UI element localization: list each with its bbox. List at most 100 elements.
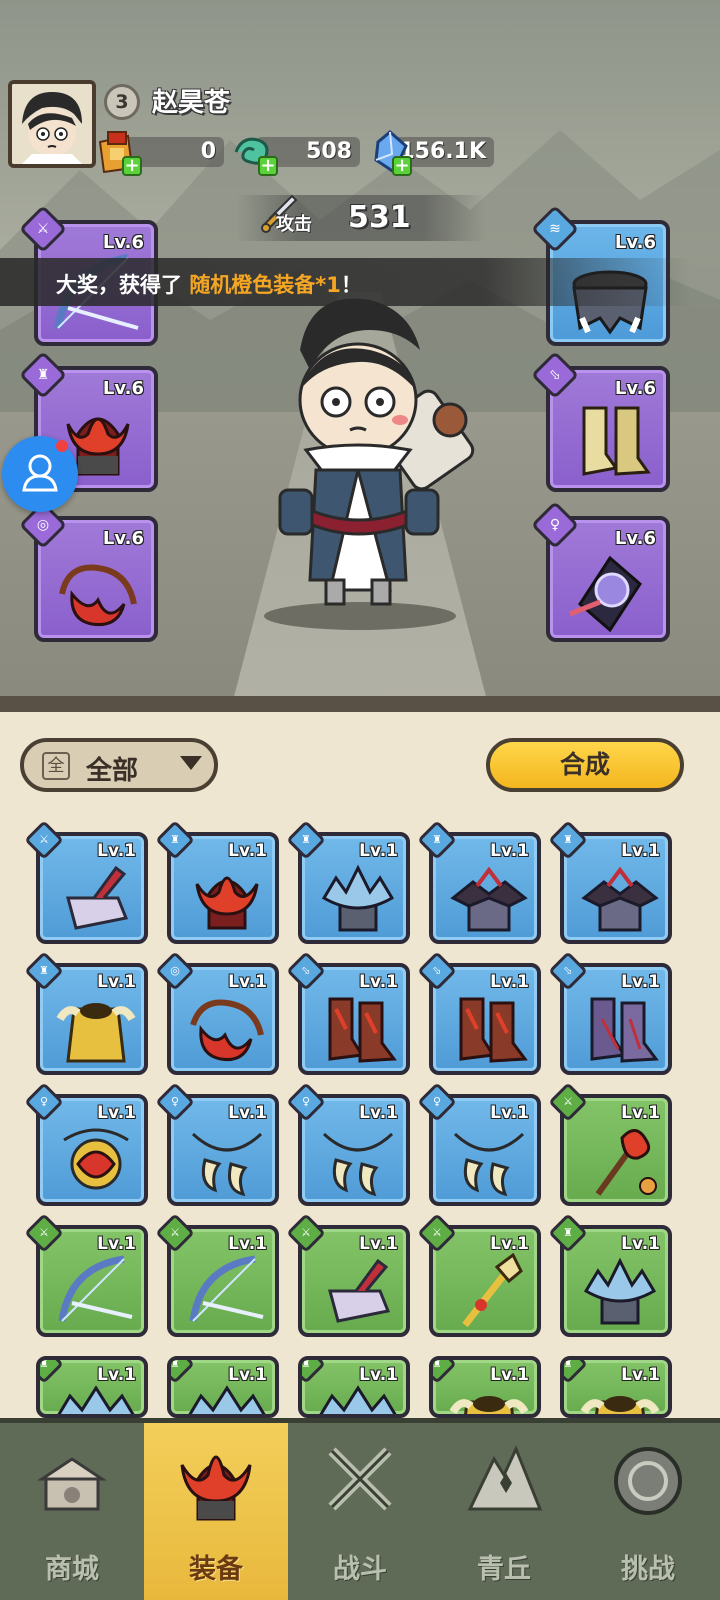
purple-boots-icon: [590, 997, 659, 1063]
category-filter-dropdown[interactable]: 全 全部: [20, 738, 218, 792]
notification-dot: [56, 440, 68, 452]
flower-amulet-icon: [63, 1128, 129, 1190]
item-slot-tag-icon: ♜: [564, 1360, 588, 1384]
item-level: Lv.1: [621, 841, 660, 861]
belt-icon: [190, 999, 264, 1062]
filter-all-icon: 全: [42, 752, 70, 780]
gold-armor-icon: [449, 1396, 529, 1414]
item-level: Lv.1: [359, 1234, 398, 1254]
inventory-item[interactable]: ⬂ Lv.1: [417, 951, 541, 1075]
bow-icon: [189, 1255, 264, 1322]
item-level: Lv.1: [490, 972, 529, 992]
add-scroll-button[interactable]: +: [122, 156, 142, 176]
inventory-item[interactable]: ⚔ Lv.1: [24, 1213, 148, 1337]
item-slot-tag-icon: ♜: [171, 1360, 195, 1384]
inventory-item[interactable]: ♀ Lv.1: [286, 1082, 410, 1206]
ice-armor-icon: [57, 1385, 135, 1414]
bottom-navigation: 商城 装备 战斗 青丘 挑战: [0, 1418, 720, 1600]
nav-tab-0[interactable]: 商城: [0, 1423, 144, 1600]
fang-necklace-icon: [322, 1132, 394, 1197]
boots-icon: [582, 406, 651, 476]
fang-necklace-icon: [453, 1132, 525, 1197]
crossed-swords-icon: [328, 1447, 392, 1511]
item-level: Lv.1: [97, 841, 136, 861]
item-slot-tag-icon: ♜: [433, 1360, 457, 1384]
add-crystal-button[interactable]: +: [392, 156, 412, 176]
floating-user-button[interactable]: [2, 436, 78, 512]
fang-necklace-icon: [191, 1132, 263, 1197]
item-level: Lv.1: [490, 1103, 529, 1123]
inventory-item[interactable]: ♜ Lv.1: [155, 820, 279, 944]
inventory-item[interactable]: ⚔ Lv.1: [24, 820, 148, 944]
item-level: Lv.1: [228, 1365, 267, 1385]
item-level: Lv.1: [359, 841, 398, 861]
item-level: Lv.1: [621, 972, 660, 992]
banner-prefix: 大奖，获得了: [56, 273, 190, 297]
equip-slot-boots[interactable]: ⬂ Lv.6: [530, 350, 670, 492]
mountain-icon: [467, 1445, 543, 1511]
inventory-item[interactable]: ♜ Lv.1: [548, 820, 672, 944]
player-level-badge: 3: [104, 84, 140, 120]
scene-edge: [0, 696, 720, 712]
inventory-item[interactable]: ⚔ Lv.1: [286, 1213, 410, 1337]
nav-tab-4[interactable]: 挑战: [576, 1423, 720, 1600]
inventory-item[interactable]: ♜ Lv.1: [560, 1356, 672, 1418]
player-avatar[interactable]: [8, 80, 96, 168]
item-level: Lv.1: [97, 1234, 136, 1254]
challenge-orb-icon: [614, 1447, 682, 1515]
inventory-item[interactable]: ♜ Lv.1: [36, 1356, 148, 1418]
nav-tab-2[interactable]: 战斗: [288, 1423, 432, 1600]
inventory-item[interactable]: ♜ Lv.1: [286, 820, 410, 944]
item-level: Lv.1: [359, 972, 398, 992]
inventory-item[interactable]: ♜ Lv.1: [429, 1356, 541, 1418]
hero-face-icon: [12, 84, 92, 164]
inventory-item[interactable]: ♀ Lv.1: [24, 1082, 148, 1206]
nav-tab-label: 商城: [45, 1554, 99, 1585]
inventory-item[interactable]: ♜ Lv.1: [417, 820, 541, 944]
boots-icon: [328, 997, 397, 1063]
inventory-item[interactable]: ♜ Lv.1: [24, 951, 148, 1075]
nav-tab-label: 战斗: [333, 1554, 387, 1585]
item-level: Lv.1: [621, 1103, 660, 1123]
hammer-icon: [66, 865, 129, 930]
inventory-item[interactable]: ⚔ Lv.1: [155, 1213, 279, 1337]
add-jade-button[interactable]: +: [258, 156, 278, 176]
ice-armor-icon: [188, 1385, 266, 1414]
player-name: 赵昊苍: [152, 88, 231, 118]
inventory-item[interactable]: ♀ Lv.1: [155, 1082, 279, 1206]
item-level: Lv.1: [490, 1365, 529, 1385]
item-level: Lv.1: [228, 972, 267, 992]
item-level: Lv.1: [490, 841, 529, 861]
nav-tab-3[interactable]: 青丘: [432, 1423, 576, 1600]
merge-button[interactable]: 合成: [486, 738, 684, 792]
equip-slot-belt[interactable]: ◎ Lv.6: [18, 500, 158, 642]
item-level: Lv.1: [97, 1103, 136, 1123]
filter-label: 全部: [86, 756, 139, 786]
inventory-item[interactable]: ◎ Lv.1: [155, 951, 279, 1075]
hammer-icon: [328, 1258, 391, 1323]
inventory-item[interactable]: ♀ Lv.1: [417, 1082, 541, 1206]
inventory-item[interactable]: ♜ Lv.1: [548, 1213, 672, 1337]
inventory-item[interactable]: ♜ Lv.1: [167, 1356, 279, 1418]
inventory-item[interactable]: ♜ Lv.1: [298, 1356, 410, 1418]
item-level: Lv.1: [359, 1103, 398, 1123]
ice-armor-icon: [319, 1385, 397, 1414]
ice-helmet-icon: [583, 1257, 657, 1325]
inventory-item[interactable]: ⬂ Lv.1: [286, 951, 410, 1075]
nav-tab-label: 挑战: [621, 1554, 675, 1585]
golden-staff-icon: [462, 1252, 523, 1328]
boots-icon: [459, 997, 528, 1063]
nav-tab-1[interactable]: 装备: [144, 1423, 288, 1600]
inventory-item[interactable]: ⚔ Lv.1: [548, 1082, 672, 1206]
gold-armor-icon: [56, 1003, 136, 1063]
item-level: Lv.1: [97, 1365, 136, 1385]
belt-icon: [59, 564, 137, 627]
hero-character[interactable]: [240, 290, 480, 634]
equip-slot-amulet[interactable]: ♀ Lv.6: [530, 500, 670, 642]
item-slot-tag-icon: ♜: [40, 1360, 64, 1384]
item-level: Lv.1: [228, 841, 267, 861]
dark-helmet-icon: [450, 866, 528, 932]
gold-armor-icon: [580, 1396, 660, 1414]
inventory-item[interactable]: ⬂ Lv.1: [548, 951, 672, 1075]
inventory-item[interactable]: ⚔ Lv.1: [417, 1213, 541, 1337]
